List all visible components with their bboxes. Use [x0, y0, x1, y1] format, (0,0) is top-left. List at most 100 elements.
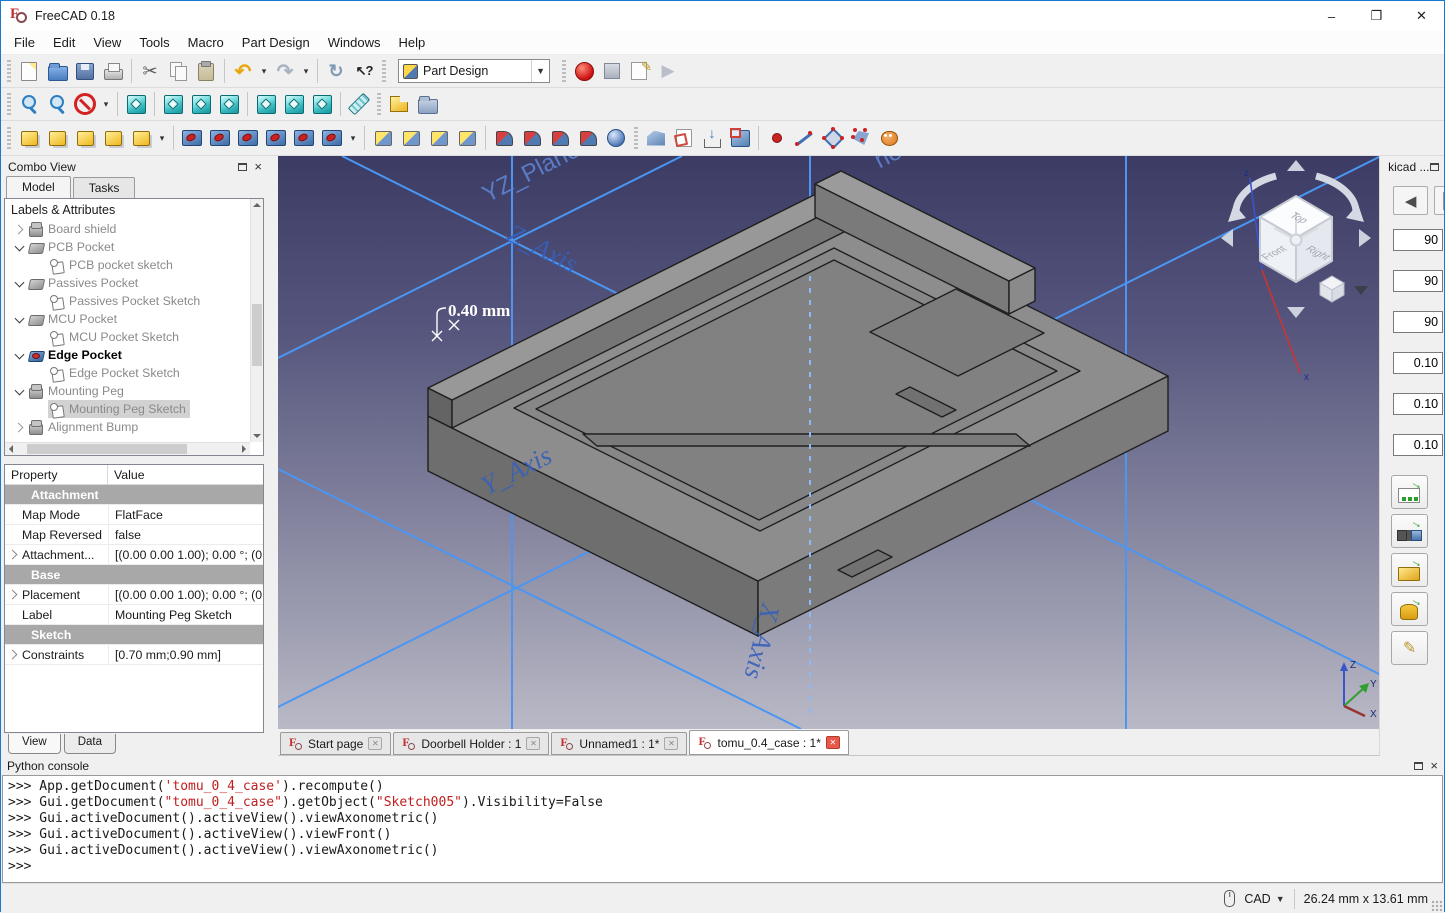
kicad-panel-titlebar[interactable]: kicad ...: [1383, 157, 1444, 176]
copy-button[interactable]: [165, 58, 191, 84]
map-sketch-to-face-button[interactable]: [699, 125, 725, 151]
bottom-tab-data[interactable]: Data: [64, 734, 116, 754]
create-rectangle-button[interactable]: [820, 125, 846, 151]
property-value[interactable]: Mounting Peg Sketch: [108, 605, 263, 624]
expander-open-icon[interactable]: [11, 347, 27, 363]
3d-viewport[interactable]: 0.40 mm YZ_PlaneZ_AxisY_AxisX_Axisne: [278, 156, 1379, 729]
subtractive-primitive-button[interactable]: [319, 125, 345, 151]
menu-part-design[interactable]: Part Design: [233, 31, 319, 54]
combo-tab-tasks[interactable]: Tasks: [73, 177, 136, 198]
nav-dropdown-icon[interactable]: [1354, 286, 1368, 295]
expander-open-icon[interactable]: [11, 383, 27, 399]
scroll-right-icon[interactable]: [242, 445, 246, 453]
linear-pattern-button[interactable]: [398, 125, 424, 151]
create-shape-binder-button[interactable]: [727, 125, 753, 151]
scroll-thumb[interactable]: [252, 304, 262, 366]
tree-item-mcu-pocket-sketch[interactable]: MCU Pocket Sketch: [5, 328, 263, 346]
python-console-input[interactable]: >>> App.getDocument('tomu_0_4_case').rec…: [2, 775, 1443, 883]
subtractive-pipe-button[interactable]: [291, 125, 317, 151]
document-tab-start-page[interactable]: Start page✕: [280, 732, 391, 755]
print-button[interactable]: [100, 58, 126, 84]
minimize-button[interactable]: –: [1309, 1, 1354, 31]
chamfer-button[interactable]: [519, 125, 545, 151]
property-row-constraints[interactable]: Constraints[0.70 mm;0.90 mm]: [5, 645, 263, 665]
edit-script-button[interactable]: ✎: [1391, 631, 1428, 665]
dimension-annotation[interactable]: 0.40 mm: [432, 301, 510, 341]
close-panel-icon[interactable]: ×: [254, 163, 262, 171]
nav-style-dropdown-icon[interactable]: ▼: [1276, 894, 1285, 904]
nav-mini-cube-button[interactable]: [1320, 276, 1344, 302]
close-button[interactable]: ✕: [1399, 1, 1444, 31]
property-value[interactable]: [0.70 mm;0.90 mm]: [108, 645, 263, 664]
refresh-button[interactable]: ↻: [323, 58, 349, 84]
cut-button[interactable]: ✂: [137, 58, 163, 84]
menu-view[interactable]: View: [84, 31, 130, 54]
draft-button[interactable]: [547, 125, 573, 151]
groove-button[interactable]: [235, 125, 261, 151]
menu-file[interactable]: File: [5, 31, 44, 54]
tab-close-icon[interactable]: ✕: [368, 737, 382, 750]
tree-item-pcb-pocket-sketch[interactable]: PCB pocket sketch: [5, 256, 263, 274]
title-bar[interactable]: FreeCAD 0.18 –❒✕: [1, 1, 1444, 31]
maximize-button[interactable]: ❒: [1354, 1, 1399, 31]
tree-item-mcu-pocket[interactable]: MCU Pocket: [5, 310, 263, 328]
property-expander-icon[interactable]: [6, 647, 22, 663]
scroll-left-icon[interactable]: [9, 445, 13, 453]
float-panel-icon[interactable]: [1414, 762, 1423, 770]
property-value[interactable]: [(0.00 0.00 1.00); 0.00 °; (0....: [108, 585, 263, 604]
open-document-button[interactable]: [44, 58, 70, 84]
new-document-button[interactable]: [16, 58, 42, 84]
nav-arrow-down-icon[interactable]: [1287, 307, 1305, 318]
export-board-button[interactable]: →: [1391, 553, 1428, 587]
left-view-button[interactable]: [309, 91, 335, 117]
bottom-tab-view[interactable]: View: [8, 734, 61, 754]
tree-item-mounting-peg-sketch[interactable]: Mounting Peg Sketch: [5, 400, 263, 418]
workbench-selector[interactable]: Part Design ▼: [398, 59, 550, 83]
tab-close-icon[interactable]: ✕: [664, 737, 678, 750]
resize-grip[interactable]: [1431, 900, 1442, 911]
kicad-field-5[interactable]: [1393, 393, 1443, 415]
nav-cube-body[interactable]: [1260, 196, 1332, 282]
macro-stop-button[interactable]: [599, 58, 625, 84]
kicad-field-1[interactable]: [1393, 229, 1443, 251]
push-footprint-button[interactable]: →: [1391, 475, 1428, 509]
thickness-button[interactable]: [575, 125, 601, 151]
menu-help[interactable]: Help: [389, 31, 434, 54]
pad-button[interactable]: [16, 125, 42, 151]
undo-dropdown[interactable]: ▾: [258, 58, 270, 84]
property-row-placement[interactable]: Placement[(0.00 0.00 1.00); 0.00 °; (0..…: [5, 585, 263, 605]
tree-item-mounting-peg[interactable]: Mounting Peg: [5, 382, 263, 400]
fillet-button[interactable]: [491, 125, 517, 151]
property-group-attachment[interactable]: Attachment: [5, 485, 263, 505]
float-panel-icon[interactable]: [1430, 163, 1439, 171]
nav-arrow-up-icon[interactable]: [1287, 160, 1305, 171]
menu-macro[interactable]: Macro: [179, 31, 233, 54]
property-value[interactable]: [(0.00 0.00 1.00); 0.00 °; (0....: [108, 545, 263, 564]
workbench-dropdown-icon[interactable]: ▼: [531, 60, 549, 82]
tree-horizontal-scrollbar[interactable]: [5, 442, 250, 455]
measure-distance-button[interactable]: [346, 91, 372, 117]
subtractive-dropdown[interactable]: ▾: [347, 125, 359, 151]
model-tree[interactable]: Labels & Attributes Board shieldPCB Pock…: [4, 198, 264, 456]
macro-edit-button[interactable]: [627, 58, 653, 84]
combo-tab-model[interactable]: Model: [6, 176, 71, 198]
expander-open-icon[interactable]: [11, 239, 27, 255]
create-sketch-button[interactable]: [671, 125, 697, 151]
property-editor[interactable]: Property Value AttachmentMap ModeFlatFac…: [4, 464, 264, 733]
additive-dropdown[interactable]: ▾: [156, 125, 168, 151]
scroll-thumb[interactable]: [27, 444, 187, 454]
tree-item-passives-pocket[interactable]: Passives Pocket: [5, 274, 263, 292]
push-3d-models-button[interactable]: →: [1391, 514, 1428, 548]
kicad-field-4[interactable]: [1393, 352, 1443, 374]
expander-open-icon[interactable]: [11, 311, 27, 327]
blank-button[interactable]: [1434, 186, 1444, 215]
macro-execute-button[interactable]: ▶: [655, 58, 681, 84]
property-row-map-mode[interactable]: Map ModeFlatFace: [5, 505, 263, 525]
bottom-view-button[interactable]: [281, 91, 307, 117]
rear-view-button[interactable]: [253, 91, 279, 117]
combo-view-titlebar[interactable]: Combo View ×: [3, 157, 267, 176]
document-tab-unnamed1-1[interactable]: Unnamed1 : 1*✕: [551, 732, 687, 755]
fit-all-button[interactable]: [16, 91, 42, 117]
create-part-button[interactable]: [386, 91, 412, 117]
save-button[interactable]: [72, 58, 98, 84]
